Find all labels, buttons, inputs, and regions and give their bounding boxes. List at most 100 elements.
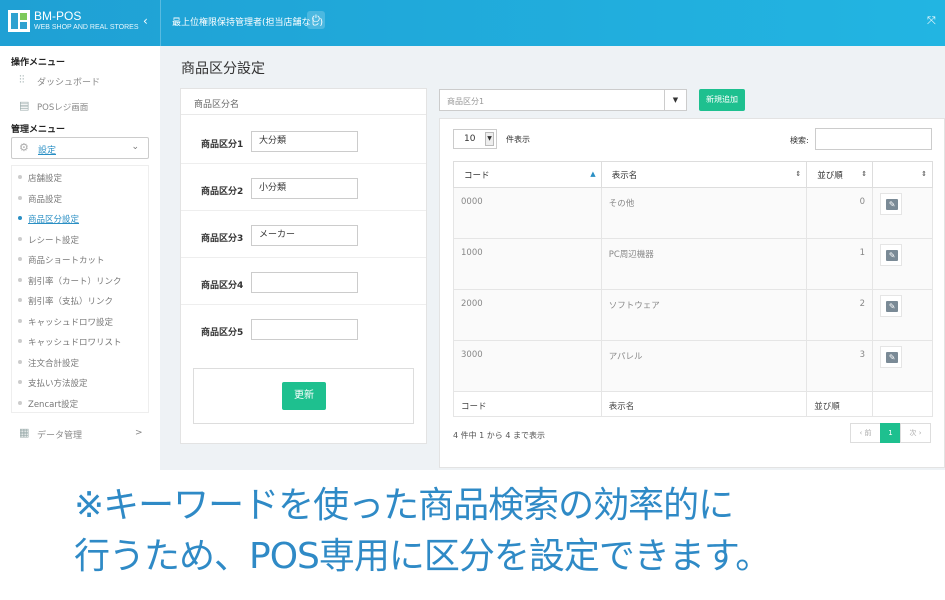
sidebar-item-data-management[interactable]: データ管理 <box>37 428 82 441</box>
cell-order: 3 <box>806 340 874 392</box>
category-5-label: 商品区分5 <box>201 328 244 338</box>
bullet-icon <box>18 401 22 405</box>
settings-label: 設定 <box>38 146 57 156</box>
cell-name: PC周辺機器 <box>600 238 808 290</box>
brand-subtitle: WEB SHOP AND REAL STORES <box>34 24 139 31</box>
bullet-icon <box>18 257 22 261</box>
table-row: 3000 アパレル 3 ✎ <box>453 340 933 392</box>
edit-button[interactable]: ✎ <box>880 295 903 317</box>
sidebar-item-dashboard[interactable]: ダッシュボード <box>37 75 100 88</box>
section-title-operation: 操作メニュー <box>11 58 66 68</box>
cell-action: ✎ <box>872 340 933 392</box>
category-select[interactable]: 商品区分1 ▼ <box>439 89 687 111</box>
category-1-input[interactable]: 大分類 <box>251 131 358 152</box>
column-header-code-label: コード <box>464 170 490 181</box>
caption-line-2: 行うため、POS専用に区分を設定できます。 <box>74 536 771 577</box>
bullet-icon <box>18 175 22 179</box>
category-select-value: 商品区分1 <box>447 97 485 106</box>
category-1-label: 商品区分1 <box>201 140 244 150</box>
divider <box>181 163 426 164</box>
next-page-button[interactable]: 次 › <box>900 423 931 443</box>
logout-power-icon[interactable]: ⏻ <box>307 11 325 29</box>
category-4-label: 商品区分4 <box>201 281 244 291</box>
settings-submenu: 店舗設定 商品設定 商品区分設定 レシート設定 商品ショートカット 割引率（カー… <box>11 165 149 413</box>
divider <box>181 304 426 305</box>
category-3-label: 商品区分3 <box>201 234 244 244</box>
category-table-panel: 10 ▼ 件表示 検索: コード ▲ 表示名 ⇕ 並び順 ⇕ ⇕ 0000 その他 0… <box>439 118 945 468</box>
column-header-code[interactable]: コード ▲ <box>453 161 602 188</box>
divider <box>181 210 426 211</box>
category-5-input[interactable] <box>251 319 358 340</box>
chevron-right-icon: > <box>135 428 143 438</box>
footer-order: 並び順 <box>806 391 874 417</box>
form-footer: 更新 <box>193 368 414 424</box>
submenu-item-discount-cart[interactable]: 割引率（カート）リンク <box>28 275 122 287</box>
cell-name: その他 <box>600 187 808 239</box>
column-header-action[interactable]: ⇕ <box>872 161 933 188</box>
search-input[interactable] <box>815 128 932 150</box>
bullet-icon <box>18 196 22 200</box>
search-label: 検索: <box>790 136 809 145</box>
submenu-item-drawer-list[interactable]: キャッシュドロワリスト <box>28 336 122 348</box>
column-header-order-label: 並び順 <box>817 170 843 181</box>
edit-button[interactable]: ✎ <box>880 346 903 368</box>
cell-code: 2000 <box>453 289 602 341</box>
submenu-item-product[interactable]: 商品設定 <box>28 193 62 205</box>
cell-action: ✎ <box>872 187 933 239</box>
submenu-item-zencart[interactable]: Zencart設定 <box>28 398 78 410</box>
cell-action: ✎ <box>872 238 933 290</box>
update-button[interactable]: 更新 <box>282 382 326 410</box>
chevron-down-icon: ⌄ <box>131 142 139 152</box>
top-bar: BM-POS WEB SHOP AND REAL STORES ‹ 最上位権限保… <box>0 0 945 46</box>
category-3-input[interactable]: メーカー <box>251 225 358 246</box>
cell-name: ソフトウェア <box>600 289 808 341</box>
bullet-icon <box>18 360 22 364</box>
submenu-item-store[interactable]: 店舗設定 <box>28 172 62 184</box>
submenu-item-category[interactable]: 商品区分設定 <box>28 213 79 225</box>
cell-order: 1 <box>806 238 874 290</box>
bullet-icon <box>18 278 22 282</box>
submenu-item-order-total[interactable]: 注文合計設定 <box>28 357 79 369</box>
category-4-input[interactable] <box>251 272 358 293</box>
gear-icon: ⚙ <box>19 141 29 154</box>
sidebar-item-settings[interactable]: ⚙ 設定 ⌄ <box>11 137 149 159</box>
submenu-item-receipt[interactable]: レシート設定 <box>28 234 79 246</box>
page-length-select[interactable]: 10 ▼ <box>453 129 497 149</box>
cell-order: 2 <box>806 289 874 341</box>
fullscreen-icon[interactable]: ⤧ <box>927 14 936 28</box>
category-2-label: 商品区分2 <box>201 187 244 197</box>
table-info: 4 件中 1 から 4 まで表示 <box>453 431 545 440</box>
submenu-item-drawer-settings[interactable]: キャッシュドロワ設定 <box>28 316 113 328</box>
add-new-button[interactable]: 新規追加 <box>699 89 745 111</box>
prev-page-button[interactable]: ‹ 前 <box>850 423 881 443</box>
edit-button[interactable]: ✎ <box>880 244 903 266</box>
column-header-name[interactable]: 表示名 ⇕ <box>600 161 808 188</box>
column-header-order[interactable]: 並び順 ⇕ <box>806 161 874 188</box>
page-length-suffix: 件表示 <box>506 135 530 144</box>
column-header-name-label: 表示名 <box>611 170 638 181</box>
bullet-icon <box>18 237 22 241</box>
cell-code: 1000 <box>453 238 602 290</box>
submenu-item-shortcut[interactable]: 商品ショートカット <box>28 254 105 266</box>
page-length-value: 10 <box>464 134 476 144</box>
collapse-sidebar-icon[interactable]: ‹ <box>143 14 148 28</box>
table-header-row: コード ▲ 表示名 ⇕ 並び順 ⇕ ⇕ <box>453 161 933 188</box>
submenu-item-payment-method[interactable]: 支払い方法設定 <box>28 377 88 389</box>
section-title-admin: 管理メニュー <box>11 125 66 135</box>
edit-button[interactable]: ✎ <box>880 193 903 215</box>
sort-icon: ⇕ <box>921 170 927 178</box>
sort-asc-icon: ▲ <box>590 170 596 178</box>
page-1-button[interactable]: 1 <box>880 423 901 443</box>
divider <box>160 0 161 46</box>
edit-icon: ✎ <box>886 250 899 261</box>
user-name: 最上位権限保持管理者(担当店舗なし) <box>172 18 324 28</box>
panel-heading: 商品区分名 <box>194 100 240 110</box>
cell-action: ✎ <box>872 289 933 341</box>
table-row: 1000 PC周辺機器 1 ✎ <box>453 238 933 290</box>
cell-name: アパレル <box>600 340 808 392</box>
category-2-input[interactable]: 小分類 <box>251 178 358 199</box>
footer-action <box>872 391 933 417</box>
submenu-item-discount-payment[interactable]: 割引率（支払）リンク <box>28 295 113 307</box>
edit-icon: ✎ <box>886 352 899 363</box>
sidebar-item-pos[interactable]: POSレジ画面 <box>37 101 88 113</box>
